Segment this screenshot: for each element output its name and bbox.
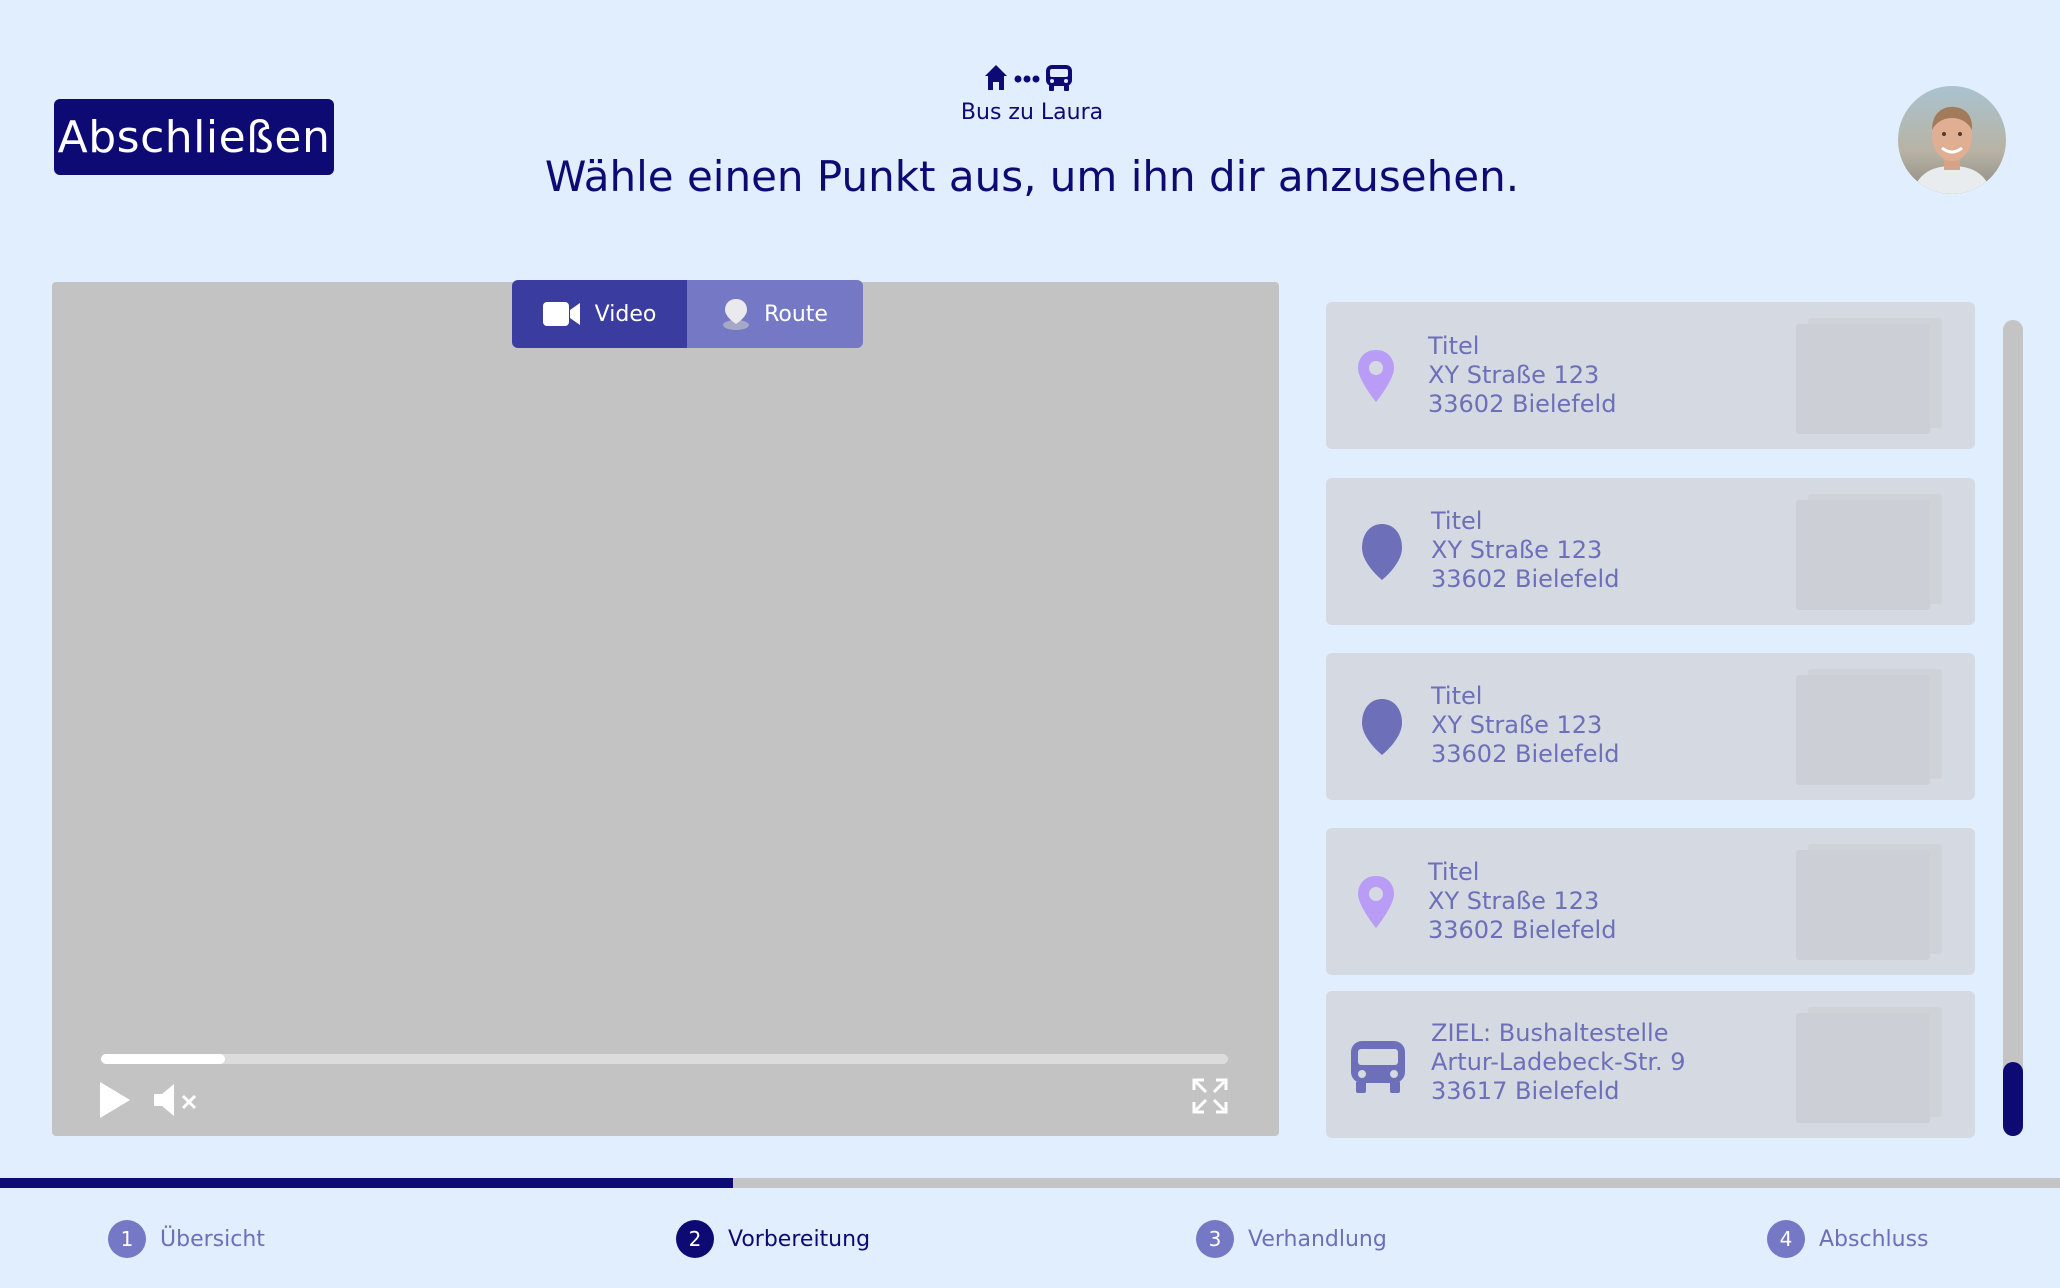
step-negotiation[interactable]: 3 Verhandlung	[1196, 1220, 1387, 1258]
fullscreen-button[interactable]	[1192, 1078, 1228, 1114]
view-toggle: Video Route	[512, 280, 863, 348]
tab-video-label: Video	[594, 301, 657, 327]
step-number: 1	[108, 1220, 146, 1258]
location-title: Titel	[1428, 858, 1480, 886]
location-card-destination[interactable]: ZIEL: Bushaltestelle Artur-Ladebeck-Str.…	[1326, 991, 1975, 1138]
bus-icon	[1046, 65, 1072, 91]
step-label: Übersicht	[160, 1226, 265, 1252]
location-street: XY Straße 123	[1428, 361, 1600, 389]
mute-button[interactable]	[152, 1082, 202, 1118]
video-progress-track[interactable]	[101, 1054, 1228, 1064]
location-city: 33602 Bielefeld	[1431, 565, 1620, 593]
scrollbar-thumb[interactable]	[2003, 1062, 2023, 1136]
scrollbar-track[interactable]	[2003, 320, 2023, 1136]
step-label: Verhandlung	[1248, 1226, 1387, 1252]
location-city: 33602 Bielefeld	[1428, 916, 1617, 944]
step-progress-fill	[0, 1178, 733, 1188]
location-city: 33602 Bielefeld	[1431, 740, 1620, 768]
location-thumbnail	[1796, 494, 1944, 612]
step-label: Vorbereitung	[728, 1226, 871, 1252]
step-completion[interactable]: 4 Abschluss	[1767, 1220, 1929, 1258]
video-progress-fill	[101, 1054, 225, 1064]
drop-pin-icon	[1362, 524, 1402, 580]
location-title: ZIEL: Bushaltestelle	[1431, 1019, 1669, 1047]
avatar[interactable]	[1898, 86, 2006, 194]
location-thumbnail	[1796, 669, 1944, 787]
close-button[interactable]: Abschließen	[54, 99, 334, 175]
play-button[interactable]	[98, 1080, 132, 1120]
tab-video[interactable]: Video	[512, 280, 687, 348]
dots-icon	[1014, 75, 1040, 83]
location-pin-icon	[1358, 350, 1394, 402]
location-card[interactable]: Titel XY Straße 123 33602 Bielefeld	[1326, 478, 1975, 625]
location-thumbnail	[1796, 1007, 1944, 1125]
home-icon	[985, 65, 1007, 90]
journey-label: Bus zu Laura	[960, 100, 1104, 125]
location-street: XY Straße 123	[1428, 887, 1600, 915]
map-pin-icon	[723, 299, 750, 330]
location-title: Titel	[1428, 332, 1480, 360]
page-title: Wähle einen Punkt aus, um ihn dir anzuse…	[544, 152, 1520, 201]
location-street: Artur-Ladebeck-Str. 9	[1431, 1048, 1686, 1076]
drop-pin-icon	[1362, 699, 1402, 755]
step-label: Abschluss	[1819, 1226, 1929, 1252]
fullscreen-icon	[1192, 1078, 1228, 1114]
bus-icon	[1351, 1041, 1405, 1093]
tab-route[interactable]: Route	[687, 280, 863, 348]
location-thumbnail	[1796, 318, 1944, 436]
video-player[interactable]	[52, 282, 1279, 1136]
location-city: 33617 Bielefeld	[1431, 1077, 1620, 1105]
muted-speaker-icon	[154, 1084, 197, 1116]
step-number: 4	[1767, 1220, 1805, 1258]
location-title: Titel	[1431, 682, 1483, 710]
journey-icons	[983, 62, 1083, 94]
step-number: 2	[676, 1220, 714, 1258]
location-city: 33602 Bielefeld	[1428, 390, 1617, 418]
location-card[interactable]: Titel XY Straße 123 33602 Bielefeld	[1326, 653, 1975, 800]
location-title: Titel	[1431, 507, 1483, 535]
step-preparation[interactable]: 2 Vorbereitung	[676, 1220, 870, 1258]
location-pin-icon	[1358, 876, 1394, 928]
play-icon	[100, 1082, 130, 1118]
location-thumbnail	[1796, 844, 1944, 962]
location-card[interactable]: Titel XY Straße 123 33602 Bielefeld	[1326, 302, 1975, 449]
video-camera-icon	[542, 302, 580, 326]
location-street: XY Straße 123	[1431, 536, 1603, 564]
step-number: 3	[1196, 1220, 1234, 1258]
tab-route-label: Route	[764, 301, 828, 327]
location-card[interactable]: Titel XY Straße 123 33602 Bielefeld	[1326, 828, 1975, 975]
step-overview[interactable]: 1 Übersicht	[108, 1220, 265, 1258]
location-street: XY Straße 123	[1431, 711, 1603, 739]
